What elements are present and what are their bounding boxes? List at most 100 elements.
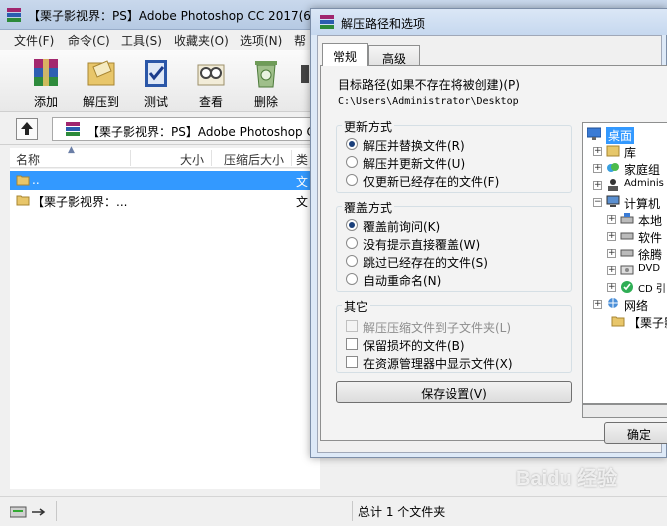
- tab-general[interactable]: 常规: [322, 43, 368, 66]
- expand-icon[interactable]: +: [607, 283, 616, 292]
- misc-option-show-in-explorer-label: 在资源管理器中显示文件(X): [363, 357, 513, 371]
- tree-item-label: 计算机: [624, 197, 661, 211]
- dialog-titlebar[interactable]: 解压路径和选项: [311, 9, 667, 35]
- tree-item-label: 库: [624, 146, 637, 160]
- tree-item-label: 本地: [638, 214, 663, 228]
- user-icon: [608, 179, 618, 191]
- expand-icon[interactable]: +: [607, 215, 616, 224]
- ok-button[interactable]: 确定: [604, 422, 667, 444]
- drive-icon: [620, 232, 634, 240]
- tree-item-label: 徐腾: [638, 248, 663, 262]
- drive-status-icon: [10, 506, 46, 518]
- tree-item-label: 家庭组: [624, 163, 661, 177]
- dialog-title: 解压路径和选项: [341, 17, 426, 31]
- find-button-partial[interactable]: [295, 53, 309, 109]
- winrar-icon: [7, 8, 21, 22]
- menu-options[interactable]: 选项(N): [240, 32, 282, 49]
- destination-path[interactable]: C:\Users\Administrator\Desktop: [338, 96, 519, 107]
- radio-button[interactable]: [346, 273, 358, 285]
- tree-item-label: 桌面: [606, 127, 635, 144]
- up-arrow-icon: [21, 122, 33, 135]
- column-divider[interactable]: [291, 150, 292, 166]
- radio-button[interactable]: [346, 219, 358, 231]
- overwrite-option-ask-label: 覆盖前询问(K): [363, 220, 441, 234]
- column-divider[interactable]: [211, 150, 212, 166]
- radio-button[interactable]: [346, 156, 358, 168]
- radio-button[interactable]: [346, 237, 358, 249]
- column-type[interactable]: 类: [296, 151, 308, 168]
- address-field[interactable]: 【栗子影视界：PS】Adobe Photoshop CC: [52, 117, 352, 141]
- column-name[interactable]: 名称: [16, 151, 40, 168]
- radio-button[interactable]: [346, 255, 358, 267]
- radio-button[interactable]: [346, 174, 358, 186]
- folder-icon: [16, 175, 30, 186]
- column-size[interactable]: 大小: [180, 151, 204, 168]
- checkbox[interactable]: [346, 338, 358, 350]
- file-row[interactable]: .. 文: [10, 171, 320, 190]
- expand-icon[interactable]: +: [607, 266, 616, 275]
- view-button[interactable]: 查看: [185, 53, 237, 109]
- checkbox[interactable]: [346, 320, 358, 332]
- add-button[interactable]: 添加: [20, 53, 72, 109]
- misc-option-subfolder-label: 解压压缩文件到子文件夹(L): [363, 321, 512, 335]
- up-folder-button[interactable]: [16, 118, 38, 140]
- test-button-label: 测试: [143, 95, 168, 109]
- archive-icon: [66, 122, 80, 136]
- tree-item-label: 网络: [624, 299, 649, 313]
- homegroup-icon: [607, 163, 619, 172]
- expand-icon[interactable]: +: [593, 147, 602, 156]
- file-list: .. 文 【栗子影视界：... 文: [10, 169, 320, 489]
- address-text: 【栗子影视界：PS】Adobe Photoshop CC: [87, 125, 324, 139]
- save-settings-button[interactable]: 保存设置(V): [336, 381, 572, 403]
- file-type: 文: [296, 195, 309, 209]
- winrar-icon: [320, 15, 334, 29]
- view-icon: [197, 64, 225, 86]
- drive-icon: [620, 249, 634, 257]
- add-button-label: 添加: [33, 95, 58, 109]
- network-icon: [608, 298, 618, 308]
- checkbox[interactable]: [346, 356, 358, 368]
- misc-option-keep-broken-label: 保留损坏的文件(B): [363, 339, 465, 353]
- expand-icon[interactable]: +: [593, 181, 602, 190]
- tab-advanced[interactable]: 高级: [368, 45, 420, 67]
- column-divider[interactable]: [130, 150, 131, 166]
- update-option-existing-label: 仅更新已经存在的文件(F): [363, 175, 500, 189]
- collapse-icon[interactable]: −: [593, 198, 602, 207]
- main-window-title: 【栗子影视界：PS】Adobe Photoshop CC 2017(64 b: [28, 9, 330, 23]
- update-option-replace-label: 解压并替换文件(R): [363, 139, 465, 153]
- file-list-header: 名称 ▲ 大小 压缩后大小 类: [10, 145, 320, 168]
- extract-to-button-label: 解压到: [82, 95, 119, 109]
- tree-horizontal-scrollbar[interactable]: [582, 404, 667, 418]
- baidu-watermark: Baidu 经验: [516, 462, 617, 491]
- extract-to-button[interactable]: 解压到: [75, 53, 127, 109]
- extract-to-icon: [87, 60, 115, 86]
- tree-item-label: DVD: [638, 263, 661, 274]
- add-archive-icon: [34, 59, 58, 86]
- column-packed[interactable]: 压缩后大小: [224, 151, 284, 168]
- computer-icon: [606, 195, 620, 207]
- folder-tree[interactable]: 桌面 + 库 + 家庭组 + Adminis − 计算机 + 本地 + 软件 +…: [582, 122, 667, 404]
- update-option-update-label: 解压并更新文件(U): [363, 157, 466, 171]
- status-text: 总计 1 个文件夹: [358, 505, 446, 519]
- menu-favorites[interactable]: 收藏夹(O): [174, 32, 229, 49]
- destination-label: 目标路径(如果不存在将被创建)(P): [338, 78, 520, 92]
- menu-commands[interactable]: 命令(C): [68, 32, 110, 49]
- tree-item-label: CD 引: [638, 284, 666, 295]
- desktop-icon: [587, 127, 601, 140]
- folder-icon: [16, 195, 30, 206]
- file-row[interactable]: 【栗子影视界：... 文: [10, 191, 320, 210]
- menu-file[interactable]: 文件(F): [14, 32, 54, 49]
- radio-button[interactable]: [346, 138, 358, 150]
- expand-icon[interactable]: +: [593, 164, 602, 173]
- delete-button[interactable]: 删除: [240, 53, 292, 109]
- menu-help[interactable]: 帮: [294, 32, 306, 49]
- dvd-icon: [620, 265, 634, 275]
- test-button[interactable]: 测试: [130, 53, 182, 109]
- expand-icon[interactable]: +: [607, 232, 616, 241]
- watermark-text: Baidu 经验: [516, 468, 618, 490]
- menu-tools[interactable]: 工具(S): [121, 32, 162, 49]
- expand-icon[interactable]: +: [607, 249, 616, 258]
- file-name: ..: [32, 173, 40, 187]
- expand-icon[interactable]: +: [593, 300, 602, 309]
- status-divider: [352, 501, 353, 521]
